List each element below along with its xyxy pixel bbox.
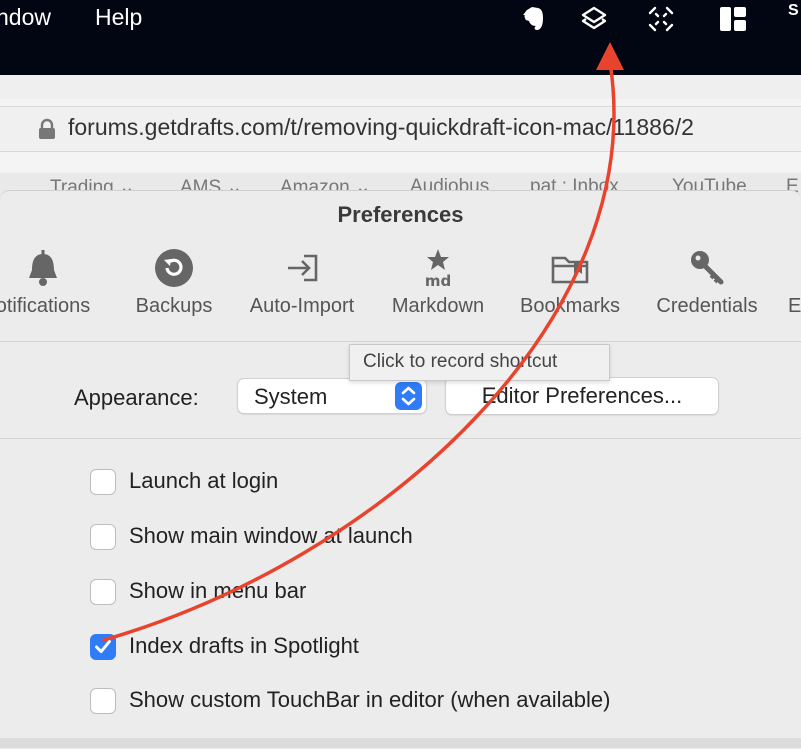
checkbox[interactable] [90,469,116,495]
appearance-value: System [254,384,328,409]
tab-markdown[interactable]: md Markdown [373,248,503,318]
layout-icon[interactable] [718,4,748,34]
editor-preferences-button[interactable]: Editor Preferences... [445,377,719,415]
tab-credentials[interactable]: Credentials [642,248,772,318]
content-divider [0,438,801,439]
bell-icon [29,250,57,286]
appearance-row: Appearance: System Editor Preferences... [0,377,801,417]
expand-icon[interactable] [646,4,676,34]
tab-backups[interactable]: Backups [109,248,239,318]
tab-label: Auto-Import [249,295,355,317]
tab-auto-import[interactable]: Auto-Import [237,248,367,318]
toolbar-divider [0,341,801,342]
bookmarks-icon [551,256,589,284]
tab-label: Bookmarks [519,295,621,317]
preferences-window: Preferences otifications Backups Auto-Im… [0,190,801,749]
tab-bookmarks[interactable]: Bookmarks [505,248,635,318]
markdown-icon: md [425,249,451,288]
option-label: Launch at login [129,468,279,493]
tab-label: Markdown [391,295,485,317]
address-bar[interactable]: forums.getdrafts.com/t/removing-quickdra… [0,106,801,152]
menu-help[interactable]: Help [95,4,142,31]
option-label: Show main window at launch [129,523,413,548]
tab-label: otifications [0,295,91,317]
tab-label: Backups [135,295,213,317]
option-label: Show in menu bar [129,578,307,603]
tab-partial[interactable]: E [788,248,801,318]
menu-window[interactable]: ndow [0,4,51,31]
key-icon [691,251,724,285]
window-bottom-edge [0,738,801,748]
checkbox[interactable] [90,688,116,714]
backup-icon [155,249,193,287]
browser-toolbar: forums.getdrafts.com/t/removing-quickdra… [0,75,801,173]
checkbox-checked[interactable] [90,634,116,660]
drafts-layers-icon[interactable] [579,4,609,34]
menu-bar: ndow Help S [0,0,801,75]
tab-label: E [788,295,801,317]
appearance-select[interactable]: System [237,378,427,414]
svg-text:md: md [425,272,451,288]
checkbox[interactable] [90,524,116,550]
checkbox[interactable] [90,579,116,605]
tooltip: Click to record shortcut [349,344,610,381]
option-label: Index drafts in Spotlight [129,633,359,658]
import-icon [288,254,318,282]
menu-extra-label[interactable]: S [788,2,799,20]
appearance-label: Appearance: [74,385,199,410]
lock-icon [39,118,55,139]
evernote-icon[interactable] [518,4,548,34]
tab-notifications[interactable]: otifications [0,248,108,318]
chevron-up-down-icon [395,382,422,410]
window-title: Preferences [337,202,464,227]
option-label: Show custom TouchBar in editor (when ava… [129,687,611,712]
tab-label: Credentials [656,295,758,317]
url-text[interactable]: forums.getdrafts.com/t/removing-quickdra… [68,114,694,141]
checkmark-icon [95,639,111,654]
